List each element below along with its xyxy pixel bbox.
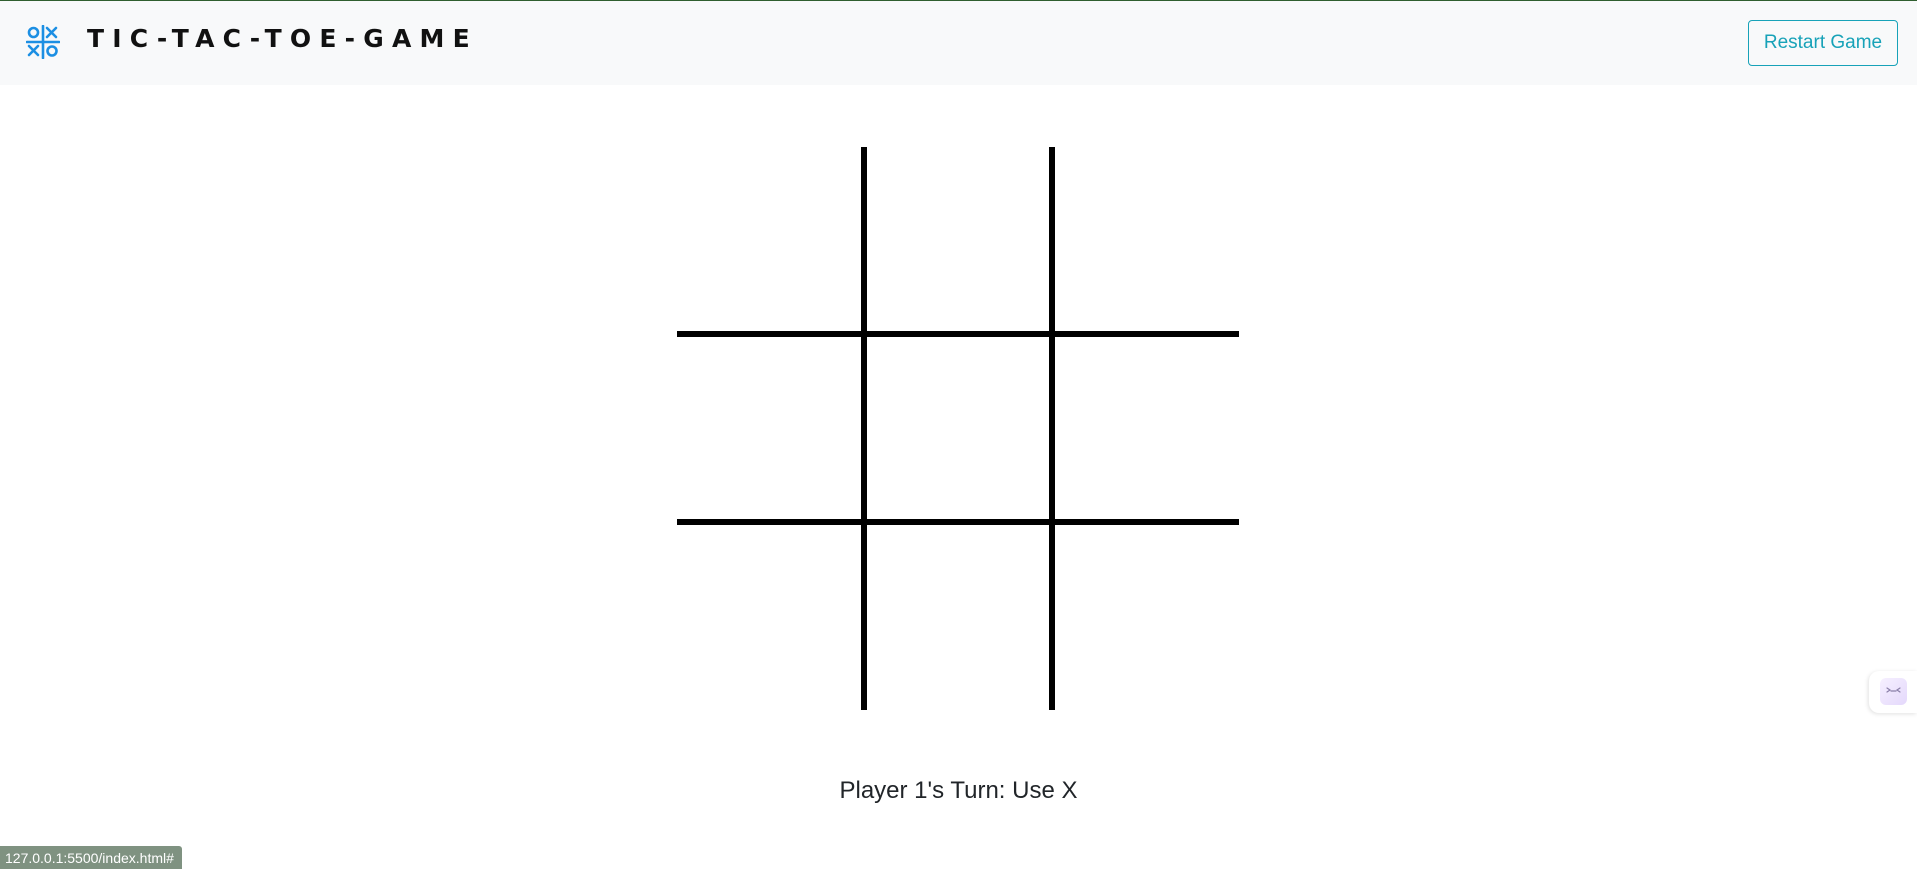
grid-line-horizontal-2 bbox=[677, 519, 1239, 525]
grid-line-horizontal-1 bbox=[677, 331, 1239, 337]
board-cell-6[interactable] bbox=[1052, 335, 1239, 522]
board-cell-3[interactable] bbox=[1052, 147, 1239, 334]
game-board bbox=[677, 147, 1239, 710]
tic-tac-toe-logo-icon[interactable] bbox=[26, 25, 60, 59]
board-cell-8[interactable] bbox=[864, 523, 1051, 710]
status-bar-url: 127.0.0.1:5500/index.html# bbox=[0, 846, 182, 869]
grid-line-vertical-1 bbox=[861, 147, 867, 710]
board-cell-9[interactable] bbox=[1052, 523, 1239, 710]
turn-status: Player 1's Turn: Use X bbox=[839, 777, 1078, 804]
board-cell-2[interactable] bbox=[864, 147, 1051, 334]
extension-widget[interactable] bbox=[1869, 671, 1917, 713]
board-cell-7[interactable] bbox=[677, 523, 864, 710]
grid-line-vertical-2 bbox=[1049, 147, 1055, 710]
board-cell-5[interactable] bbox=[864, 335, 1051, 522]
brand-title[interactable]: TIC-TAC-TOE-GAME bbox=[87, 25, 478, 53]
extension-face-icon[interactable] bbox=[1880, 678, 1907, 705]
board-cell-1[interactable] bbox=[677, 147, 864, 334]
restart-game-button[interactable]: Restart Game bbox=[1748, 20, 1898, 66]
board-cell-4[interactable] bbox=[677, 335, 864, 522]
navbar: TIC-TAC-TOE-GAME Restart Game bbox=[0, 1, 1917, 85]
